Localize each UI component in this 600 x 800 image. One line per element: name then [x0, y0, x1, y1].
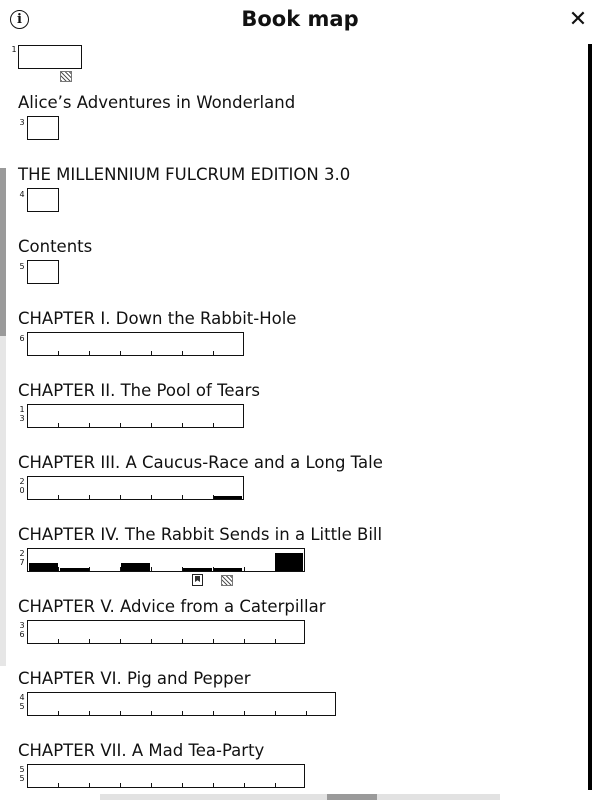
- left-scrollbar-thumb[interactable]: [0, 168, 6, 336]
- page-tick: [120, 495, 121, 499]
- page-title: Book map: [241, 7, 359, 31]
- left-scrollbar[interactable]: [0, 168, 6, 666]
- page-bar[interactable]: [27, 620, 305, 644]
- page-tick: [244, 711, 245, 715]
- page-tick: [151, 567, 152, 571]
- page-number: 4: [19, 190, 25, 199]
- page-tick: [151, 351, 152, 355]
- page-tick: [89, 351, 90, 355]
- page-tick: [58, 423, 59, 427]
- page-number: 45: [19, 693, 25, 711]
- page-bar[interactable]: [27, 692, 336, 716]
- bookmark-icon[interactable]: [192, 574, 203, 586]
- highlight-fill: [275, 553, 303, 571]
- highlight-fill: [183, 568, 212, 571]
- page-tick: [275, 639, 276, 643]
- page-number: 1: [11, 45, 17, 54]
- bottom-scrollbar[interactable]: [100, 794, 500, 800]
- page-number: 20: [19, 477, 25, 495]
- page-tick: [120, 783, 121, 787]
- chapter-title[interactable]: CHAPTER II. The Pool of Tears: [18, 381, 260, 400]
- page-tick: [58, 495, 59, 499]
- chapter-title[interactable]: CHAPTER III. A Caucus-Race and a Long Ta…: [18, 453, 383, 472]
- page-tick: [89, 567, 90, 571]
- page-number: 5: [19, 262, 25, 271]
- page-tick: [213, 351, 214, 355]
- page-tick: [120, 351, 121, 355]
- page-tick: [306, 711, 307, 715]
- page-tick: [89, 639, 90, 643]
- chapter-title[interactable]: CHAPTER VI. Pig and Pepper: [18, 669, 251, 688]
- page-tick: [58, 711, 59, 715]
- highlight-marker-icon[interactable]: [221, 575, 233, 586]
- page-bar[interactable]: [27, 476, 244, 500]
- page-bar[interactable]: [18, 45, 82, 69]
- page-tick: [182, 639, 183, 643]
- page-bar[interactable]: [27, 764, 305, 788]
- page-tick: [151, 423, 152, 427]
- page-tick: [89, 423, 90, 427]
- header: i Book map ✕: [0, 0, 600, 42]
- page-tick: [120, 423, 121, 427]
- page-bar[interactable]: [27, 260, 59, 284]
- page-tick: [182, 351, 183, 355]
- page-tick: [151, 783, 152, 787]
- page-number: 3: [19, 118, 25, 127]
- chapter-title[interactable]: CHAPTER V. Advice from a Caterpillar: [18, 597, 325, 616]
- page-number: 36: [19, 621, 25, 639]
- page-tick: [244, 783, 245, 787]
- chapter-title[interactable]: Alice’s Adventures in Wonderland: [18, 93, 295, 112]
- page-number: 6: [19, 334, 25, 343]
- page-tick: [151, 711, 152, 715]
- page-tick: [89, 495, 90, 499]
- page-tick: [182, 495, 183, 499]
- highlight-fill: [214, 568, 242, 571]
- page-tick: [213, 711, 214, 715]
- page-tick: [58, 639, 59, 643]
- page-tick: [182, 783, 183, 787]
- page-bar[interactable]: [27, 116, 59, 140]
- bottom-scrollbar-thumb[interactable]: [327, 794, 377, 800]
- close-icon[interactable]: ✕: [568, 9, 588, 31]
- page-tick: [244, 567, 245, 571]
- page-tick: [89, 711, 90, 715]
- page-tick: [275, 783, 276, 787]
- page-tick: [213, 783, 214, 787]
- right-scrollbar-track-lower: [589, 518, 591, 790]
- page-number: 13: [19, 405, 25, 423]
- highlight-fill: [214, 496, 242, 499]
- page-tick: [151, 639, 152, 643]
- page-tick: [244, 639, 245, 643]
- page-tick: [89, 783, 90, 787]
- page-bar[interactable]: [27, 332, 244, 356]
- page-tick: [213, 423, 214, 427]
- chapter-title[interactable]: Contents: [18, 237, 92, 256]
- chapter-title[interactable]: CHAPTER IV. The Rabbit Sends in a Little…: [18, 525, 382, 544]
- page-bar[interactable]: [27, 548, 305, 572]
- right-scrollbar[interactable]: [588, 44, 592, 790]
- chapter-title[interactable]: CHAPTER VII. A Mad Tea-Party: [18, 741, 264, 760]
- highlight-fill: [121, 563, 150, 571]
- page-bar[interactable]: [27, 188, 59, 212]
- chapter-title[interactable]: THE MILLENNIUM FULCRUM EDITION 3.0: [18, 165, 350, 184]
- page-tick: [213, 639, 214, 643]
- highlight-marker-icon[interactable]: [60, 71, 72, 82]
- page-bar[interactable]: [27, 404, 244, 428]
- page-tick: [151, 495, 152, 499]
- page-tick: [58, 351, 59, 355]
- page-tick: [182, 423, 183, 427]
- page-tick: [120, 711, 121, 715]
- chapter-title[interactable]: CHAPTER I. Down the Rabbit-Hole: [18, 309, 296, 328]
- page-tick: [120, 639, 121, 643]
- page-tick: [58, 783, 59, 787]
- highlight-fill: [60, 568, 89, 571]
- page-tick: [182, 711, 183, 715]
- page-number: 55: [19, 765, 25, 783]
- page-tick: [275, 711, 276, 715]
- page-tick: [58, 567, 59, 571]
- page-number: 27: [19, 549, 25, 567]
- highlight-fill: [29, 563, 58, 571]
